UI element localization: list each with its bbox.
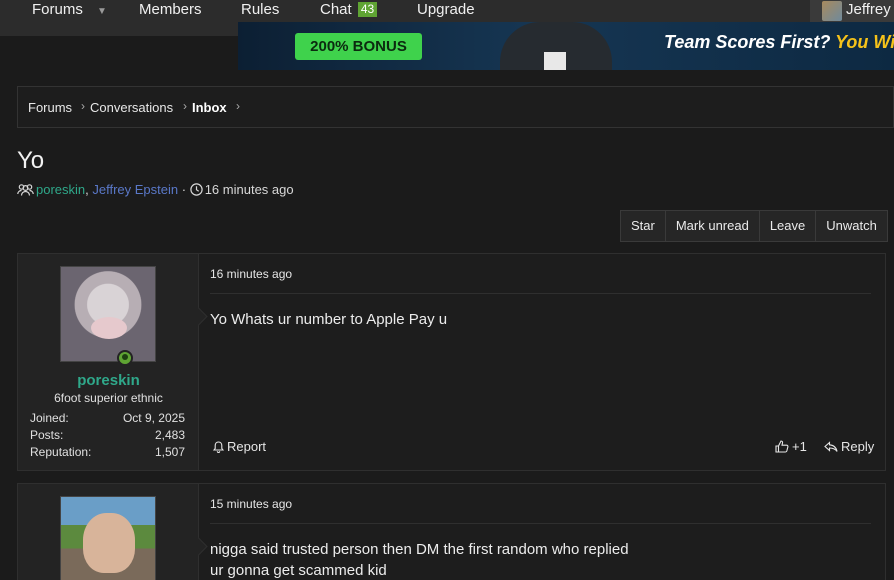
like-button[interactable]: +1 xyxy=(775,439,807,456)
users-icon xyxy=(17,183,34,199)
report-label: Report xyxy=(227,439,267,454)
message-user-info xyxy=(18,484,199,580)
reply-button[interactable]: Reply xyxy=(824,439,874,456)
thumbs-up-icon xyxy=(775,440,789,456)
banner-person-image xyxy=(500,22,612,70)
leave-button[interactable]: Leave xyxy=(760,211,817,241)
conversation-actions: Star Mark unread Leave Unwatch xyxy=(620,210,888,242)
stat-joined: Joined: Oct 9, 2025 xyxy=(30,411,185,425)
message-line: nigga said trusted person then DM the fi… xyxy=(210,541,629,558)
poster-user-title: 6foot superior ethnic xyxy=(54,391,163,405)
message-body: nigga said trusted person then DM the fi… xyxy=(210,539,629,580)
stat-value: 2,483 xyxy=(154,428,185,442)
avatar[interactable] xyxy=(60,266,156,362)
divider xyxy=(210,293,871,294)
account-username: Jeffrey xyxy=(846,1,891,18)
user-avatar xyxy=(822,1,842,21)
breadcrumb: Forums › Conversations › Inbox › xyxy=(17,86,894,128)
participant-link[interactable]: poreskin xyxy=(36,182,85,197)
breadcrumb-inbox[interactable]: Inbox xyxy=(192,100,227,115)
stat-value: 1,507 xyxy=(154,445,185,459)
nav-rules[interactable]: Rules xyxy=(241,0,279,22)
banner-text-yellow: You Wi xyxy=(835,32,894,52)
message: poreskin 6foot superior ethnic Joined: Oc… xyxy=(17,253,886,471)
avatar[interactable] xyxy=(60,496,156,580)
chevron-down-icon[interactable]: ▼ xyxy=(97,2,107,24)
nav-forums[interactable]: Forums xyxy=(32,0,83,22)
message-time[interactable]: 16 minutes ago xyxy=(210,267,292,281)
star-button[interactable]: Star xyxy=(621,211,666,241)
reply-icon xyxy=(824,441,838,456)
conversation-meta: poreskin, Jeffrey Epstein · 16 minutes a… xyxy=(17,182,294,199)
chevron-right-icon: › xyxy=(183,99,187,113)
stat-label: Joined: xyxy=(30,411,69,425)
online-status-icon xyxy=(117,350,133,366)
chat-count-badge: 43 xyxy=(357,2,378,17)
nav-upgrade[interactable]: Upgrade xyxy=(417,0,475,22)
message-line: ur gonna get scammed kid xyxy=(210,562,387,579)
report-button[interactable]: Report xyxy=(212,439,267,456)
breadcrumb-forums[interactable]: Forums xyxy=(28,100,72,115)
message-user-info: poreskin 6foot superior ethnic Joined: Oc… xyxy=(18,254,199,470)
stat-label: Posts: xyxy=(30,428,64,442)
nav-members[interactable]: Members xyxy=(139,0,202,22)
stat-posts: Posts: 2,483 xyxy=(30,428,185,442)
message-body: Yo Whats ur number to Apple Pay u xyxy=(210,311,448,328)
bell-icon xyxy=(212,441,225,456)
mark-unread-button[interactable]: Mark unread xyxy=(666,211,760,241)
message-time[interactable]: 15 minutes ago xyxy=(210,497,292,511)
poster-username[interactable]: poreskin xyxy=(18,372,199,389)
stat-label: Reputation: xyxy=(30,445,92,459)
chevron-right-icon: › xyxy=(81,99,85,113)
breadcrumb-conversations[interactable]: Conversations xyxy=(90,100,173,115)
nav-chat-label: Chat xyxy=(320,1,352,18)
banner-text: Team Scores First? You Wi xyxy=(664,32,894,53)
ad-banner[interactable]: 200% BONUS Team Scores First? You Wi xyxy=(238,22,894,70)
page-title: Yo xyxy=(17,147,45,174)
reply-label: Reply xyxy=(841,439,875,454)
unwatch-button[interactable]: Unwatch xyxy=(816,211,887,241)
message: 15 minutes ago nigga said trusted person… xyxy=(17,483,886,580)
like-count: +1 xyxy=(792,439,807,454)
chevron-right-icon: › xyxy=(236,99,240,113)
bonus-label: 200% BONUS xyxy=(295,33,422,60)
stat-reputation: Reputation: 1,507 xyxy=(30,445,185,459)
stat-value: Oct 9, 2025 xyxy=(122,411,185,425)
clock-icon xyxy=(190,183,203,199)
participant-link[interactable]: Jeffrey Epstein xyxy=(92,182,178,197)
banner-text-white: Team Scores First? xyxy=(664,32,831,52)
divider xyxy=(210,523,871,524)
conversation-time: 16 minutes ago xyxy=(204,182,294,197)
nav-chat[interactable]: Chat 43 xyxy=(320,0,378,22)
